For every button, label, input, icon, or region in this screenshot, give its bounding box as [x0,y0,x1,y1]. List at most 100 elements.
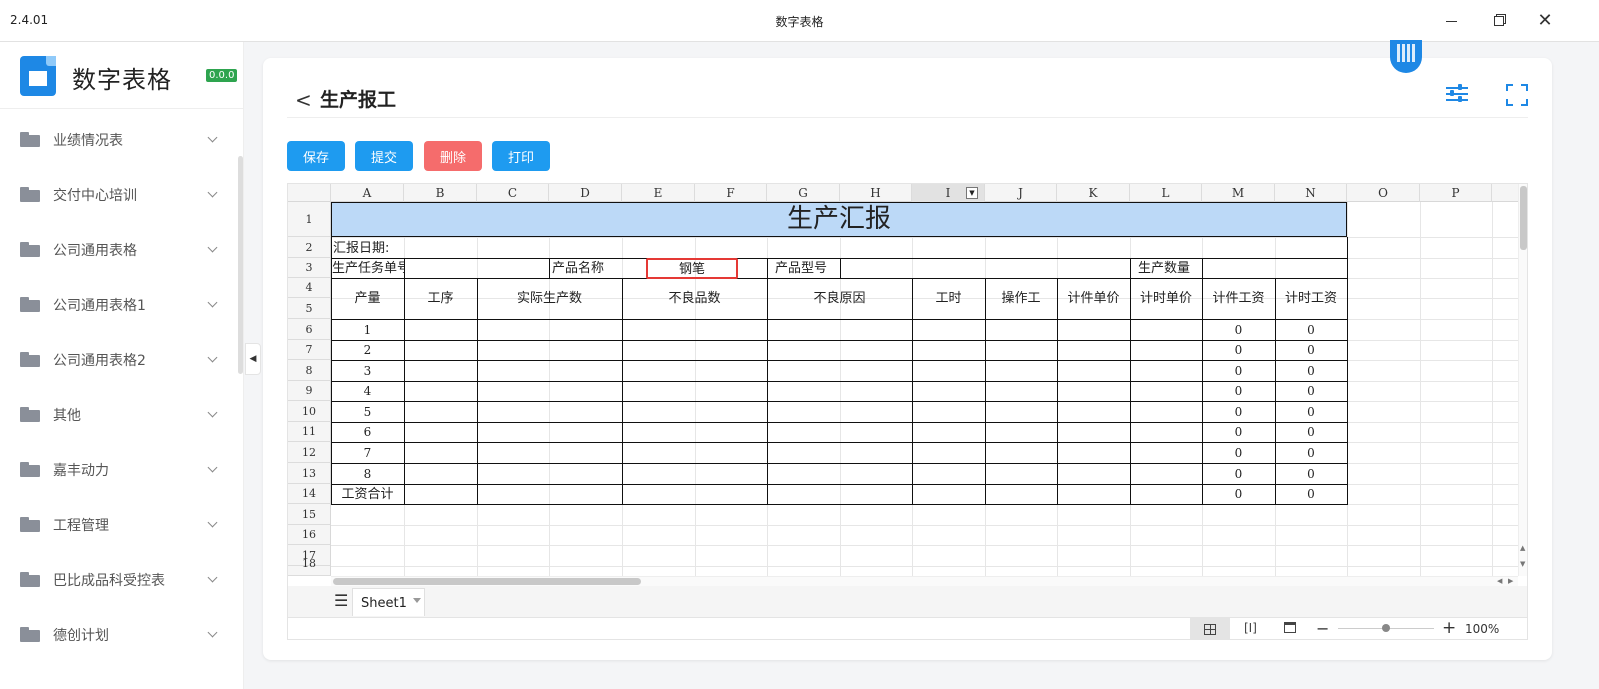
cell-qty[interactable]: 4 [331,382,404,401]
scroll-left-icon[interactable]: ◀ [1497,577,1502,585]
normal-view-button[interactable] [1190,618,1230,639]
column-header[interactable]: O [1347,184,1420,202]
column-header[interactable]: C [477,184,549,202]
column-header[interactable]: G [767,184,840,202]
sidebar-item[interactable]: 德创计划 [0,607,236,662]
column-header[interactable]: J [985,184,1057,202]
page-break-view-icon[interactable]: [Ⅰ] [1244,621,1257,635]
row-header[interactable]: 18 [288,558,331,576]
row-header[interactable]: 15 [288,504,331,525]
row-header[interactable]: 2 [288,237,331,258]
cell-time-wage[interactable]: 0 [1275,464,1347,484]
sidebar-collapse-button[interactable]: ◀ [245,343,261,375]
sidebar-item[interactable]: 嘉丰动力 [0,442,236,497]
horizontal-scrollbar-thumb[interactable] [333,578,641,585]
cell-qty[interactable]: 8 [331,464,404,484]
vertical-scrollbar[interactable]: ▲ ▼ [1518,184,1527,576]
column-header[interactable]: P [1420,184,1492,202]
vertical-scrollbar-thumb[interactable] [1520,186,1527,250]
sidebar-item[interactable]: 业绩情况表 [0,112,236,167]
row-header[interactable]: 13 [288,463,331,484]
cell-qty[interactable]: 7 [331,443,404,463]
scroll-up-icon[interactable]: ▲ [1520,544,1525,552]
settings-sliders-icon[interactable] [1446,84,1470,104]
row-header[interactable]: 5 [288,298,331,319]
zoom-out-button[interactable]: − [1316,619,1329,638]
row-header[interactable]: 16 [288,525,331,545]
sidebar-item[interactable]: 巴比成品科受控表 [0,552,236,607]
row-header[interactable]: 8 [288,360,331,381]
cell-time-wage[interactable]: 0 [1275,320,1347,340]
qr-code-icon[interactable] [1390,40,1422,73]
print-button[interactable]: 打印 [492,141,550,171]
restore-button[interactable] [1484,8,1514,34]
row-header[interactable]: 3 [288,258,331,278]
column-header[interactable]: F [695,184,767,202]
cell-piece-wage[interactable]: 0 [1202,382,1275,401]
column-header[interactable]: E [622,184,695,202]
page-layout-view-icon[interactable] [1284,622,1296,633]
cell-piece-wage[interactable]: 0 [1202,361,1275,381]
sidebar-scrollbar[interactable] [238,156,243,374]
submit-button[interactable]: 提交 [355,141,413,171]
row-header[interactable]: 9 [288,381,331,401]
save-button[interactable]: 保存 [287,141,345,171]
cell-qty[interactable]: 6 [331,423,404,442]
row-header[interactable]: 1 [288,202,331,237]
delete-button[interactable]: 删除 [424,141,482,171]
sidebar-item[interactable]: 公司通用表格 [0,222,236,277]
cell-piece-wage[interactable]: 0 [1202,402,1275,422]
row-header[interactable]: 10 [288,401,331,422]
column-header[interactable]: A [331,184,404,202]
row-header[interactable]: 7 [288,340,331,360]
sheet-tab-active[interactable]: Sheet1 [352,588,425,616]
total-piece-wage[interactable]: 0 [1202,485,1275,504]
row-header[interactable]: 14 [288,484,331,504]
column-header[interactable]: N [1275,184,1347,202]
close-button[interactable]: ✕ [1530,8,1560,34]
cell-piece-wage[interactable]: 0 [1202,423,1275,442]
sidebar-item[interactable]: 工程管理 [0,497,236,552]
scroll-down-icon[interactable]: ▼ [1520,560,1525,568]
scroll-right-icon[interactable]: ▶ [1508,577,1513,585]
column-header[interactable]: D [549,184,622,202]
row-header[interactable]: 12 [288,442,331,463]
horizontal-scrollbar[interactable]: ◀ ▶ [331,576,1518,586]
cell-qty[interactable]: 3 [331,361,404,381]
total-time-wage[interactable]: 0 [1275,485,1347,504]
column-header[interactable]: K [1057,184,1130,202]
cell-piece-wage[interactable]: 0 [1202,320,1275,340]
cell-piece-wage[interactable]: 0 [1202,464,1275,484]
sidebar-item[interactable]: 公司通用表格1 [0,277,236,332]
sidebar-item[interactable]: 交付中心培训 [0,167,236,222]
cell-time-wage[interactable]: 0 [1275,341,1347,360]
row-header[interactable]: 6 [288,319,331,340]
sidebar-item[interactable]: 公司通用表格2 [0,332,236,387]
cell-time-wage[interactable]: 0 [1275,382,1347,401]
cell-time-wage[interactable]: 0 [1275,361,1347,381]
column-header[interactable]: B [404,184,477,202]
column-header[interactable]: L [1130,184,1202,202]
cell-time-wage[interactable]: 0 [1275,423,1347,442]
column-header[interactable]: H [840,184,912,202]
cell-piece-wage[interactable]: 0 [1202,443,1275,463]
cell-qty[interactable]: 1 [331,320,404,340]
cell-time-wage[interactable]: 0 [1275,443,1347,463]
zoom-in-button[interactable]: + [1442,618,1456,638]
fullscreen-icon[interactable] [1506,84,1528,106]
cell-qty[interactable]: 5 [331,402,404,422]
product-name-value[interactable]: 钢笔 [646,258,738,279]
row-header[interactable]: 4 [288,278,331,298]
select-all-corner[interactable] [288,184,331,202]
column-header[interactable]: M [1202,184,1275,202]
row-header[interactable]: 11 [288,422,331,442]
sheet-tab-dropdown-icon[interactable] [413,598,421,603]
sheet-list-menu-icon[interactable]: ☰ [334,591,348,610]
cell-qty[interactable]: 2 [331,341,404,360]
spreadsheet[interactable]: A B C D E F G H I J K L M N O P ▼ 1 2 3 … [287,183,1528,640]
cell-piece-wage[interactable]: 0 [1202,341,1275,360]
cell-time-wage[interactable]: 0 [1275,402,1347,422]
filter-dropdown-icon[interactable]: ▼ [966,187,978,199]
minimize-button[interactable] [1436,8,1466,34]
back-button[interactable]: < [295,88,312,112]
